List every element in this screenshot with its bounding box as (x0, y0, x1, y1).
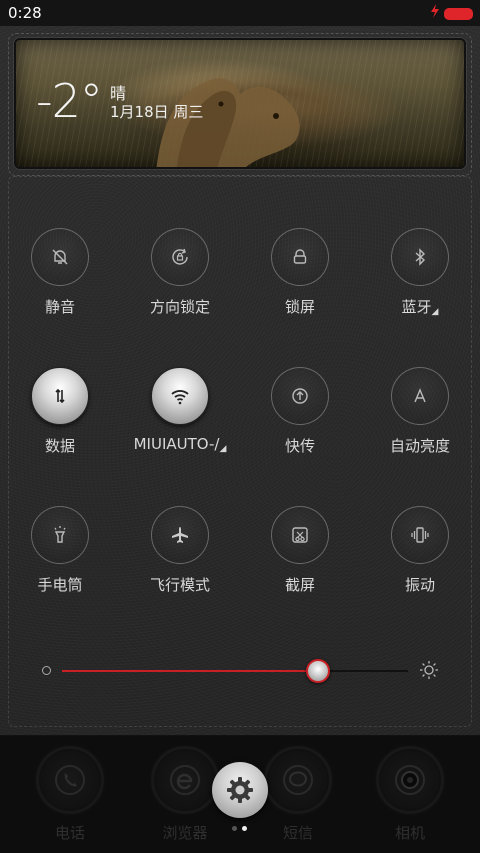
toggle-silent-button[interactable] (31, 228, 89, 286)
toggle-label: 振动 (404, 576, 435, 594)
dock-app-label: 相机 (394, 824, 425, 842)
toggle-label: 方向锁定 (149, 298, 210, 316)
dock-app-camera[interactable]: 相机 (370, 746, 450, 846)
toggle-vibrate-button[interactable] (391, 506, 449, 564)
toggle-label: 飞行模式 (149, 576, 210, 594)
status-bar: 0:28 (0, 0, 480, 26)
toggle-label-text: 蓝牙 (401, 298, 432, 316)
lock-icon (293, 249, 307, 264)
toggle-bluetooth-button[interactable] (391, 228, 449, 286)
data-icon (55, 388, 65, 404)
page-indicator (232, 826, 252, 832)
toggle-label: 快传 (284, 437, 315, 455)
toggle-bluetooth[interactable]: 蓝牙◢ (360, 228, 480, 338)
screenshot-icon (292, 527, 308, 543)
brightness-min-icon (42, 666, 51, 675)
sun-icon (420, 661, 438, 679)
bell-off-icon (52, 249, 68, 265)
browser-icon (170, 765, 200, 795)
toggle-vibrate[interactable]: 振动 (360, 506, 480, 616)
toggle-wifi[interactable]: MIUIAUTO-/◢ (120, 367, 240, 477)
toggle-label: 手电筒 (37, 576, 83, 594)
toggle-label: 蓝牙◢ (360, 296, 480, 317)
message-icon (283, 765, 313, 795)
toggle-lock-screen-button[interactable] (271, 228, 329, 286)
toggle-rotation-lock-button[interactable] (151, 228, 209, 286)
toggle-auto-brightness[interactable]: 自动亮度 (360, 367, 480, 477)
dock-app-phone-button[interactable] (36, 746, 104, 814)
more-indicator: ◢ (219, 444, 227, 454)
vibrate-icon (411, 527, 429, 543)
battery-icon (444, 8, 473, 20)
dock-app-camera-button[interactable] (376, 746, 444, 814)
bolt-icon (430, 4, 440, 22)
toggle-lock-screen[interactable]: 锁屏 (240, 228, 360, 338)
toggle-screenshot-button[interactable] (271, 506, 329, 564)
toggle-mobile-data-button[interactable] (31, 367, 89, 425)
toggle-airplane-mode[interactable]: 飞行模式 (120, 506, 240, 616)
brightness-slider[interactable] (62, 659, 408, 683)
toggle-label: 锁屏 (284, 298, 315, 316)
weather-card[interactable]: -2° 晴 1月18日 周三 (14, 38, 466, 169)
toggle-mobile-data[interactable]: 数据 (0, 367, 120, 477)
toggle-auto-brightness-button[interactable] (391, 367, 449, 425)
phone-icon (55, 765, 85, 795)
dock-app-label: 浏览器 (162, 824, 208, 842)
toggle-screenshot[interactable]: 截屏 (240, 506, 360, 616)
toggle-label: 截屏 (284, 576, 315, 594)
toggle-label: 自动亮度 (389, 437, 450, 455)
airplane-icon (172, 527, 188, 543)
toggle-wifi-button[interactable] (151, 367, 209, 425)
bluetooth-icon (415, 248, 426, 266)
toggle-quick-transfer[interactable]: 快传 (240, 367, 360, 477)
upload-icon (292, 388, 308, 404)
dock-app-messages[interactable]: 短信 (258, 746, 338, 846)
toggle-label: 静音 (44, 298, 75, 316)
dock-app-phone[interactable]: 电话 (30, 746, 110, 846)
brightness-slider-thumb[interactable] (306, 659, 330, 683)
auto-brightness-icon (414, 388, 426, 403)
dock-app-browser-button[interactable] (151, 746, 219, 814)
toggle-label: 数据 (44, 437, 75, 455)
camera-icon (395, 765, 425, 795)
settings-button[interactable] (212, 762, 268, 818)
page-dot (232, 826, 237, 831)
toggle-label-text: MIUIAUTO-/ (133, 435, 220, 453)
wifi-icon (171, 390, 189, 405)
toggle-silent[interactable]: 静音 (0, 228, 120, 338)
flashlight-icon (54, 526, 66, 543)
more-indicator: ◢ (431, 307, 439, 317)
toggle-rotation-lock[interactable]: 方向锁定 (120, 228, 240, 338)
toggle-quick-transfer-button[interactable] (271, 367, 329, 425)
toggle-airplane-mode-button[interactable] (151, 506, 209, 564)
toggle-flashlight[interactable]: 手电筒 (0, 506, 120, 616)
page-dot-active (242, 826, 247, 831)
temperature: -2° (36, 74, 103, 128)
dock-app-messages-button[interactable] (264, 746, 332, 814)
toggle-label: MIUIAUTO-/◢ (120, 435, 240, 454)
weather-date: 1月18日 周三 (110, 103, 204, 121)
dock-app-label: 短信 (282, 824, 313, 842)
gear-icon (227, 777, 253, 803)
status-time: 0:28 (8, 4, 42, 22)
toggle-flashlight-button[interactable] (31, 506, 89, 564)
brightness-slider-fill (62, 670, 318, 672)
dock-app-label: 电话 (54, 824, 85, 842)
rotation-lock-icon (172, 248, 188, 265)
